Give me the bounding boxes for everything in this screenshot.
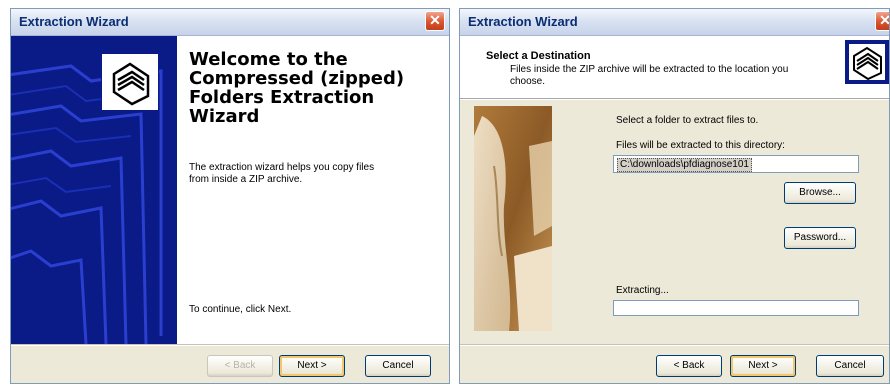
close-button[interactable]: ✕ — [875, 11, 890, 31]
password-button[interactable]: Password... — [784, 227, 856, 249]
next-button[interactable]: Next > — [279, 355, 345, 377]
next-button[interactable]: Next > — [730, 355, 796, 377]
title-bar[interactable]: Extraction Wizard ✕ — [11, 9, 449, 36]
back-button[interactable]: < Back — [207, 355, 273, 377]
destination-path-value: C:\downloads\pfdiagnose101 — [617, 158, 752, 172]
close-button[interactable]: ✕ — [425, 11, 445, 31]
directory-label: Files will be extracted to this director… — [616, 140, 785, 151]
zip-folder-icon — [845, 40, 889, 84]
cancel-button[interactable]: Cancel — [816, 355, 884, 377]
wizard-side-image — [474, 106, 552, 331]
title-bar[interactable]: Extraction Wizard ✕ — [460, 9, 889, 36]
welcome-wizard-window: Extraction Wizard ✕ Welcome to the Compr… — [10, 8, 450, 384]
browse-button[interactable]: Browse... — [784, 182, 856, 204]
window-title: Extraction Wizard — [468, 14, 578, 29]
footer-divider — [11, 344, 449, 346]
destination-wizard-window: Extraction Wizard ✕ Select a Destination… — [459, 8, 890, 384]
select-folder-label: Select a folder to extract files to. — [616, 115, 759, 126]
extracting-label: Extracting... — [616, 285, 669, 296]
header-divider — [460, 98, 889, 100]
welcome-heading: Welcome to the Compressed (zipped) Folde… — [189, 49, 405, 127]
page-subtitle: Files inside the ZIP archive will be ext… — [510, 64, 789, 87]
continue-instruction: To continue, click Next. — [189, 304, 292, 315]
window-title: Extraction Wizard — [19, 14, 129, 29]
wizard-header: Select a Destination Files inside the ZI… — [460, 36, 889, 98]
extraction-progress-bar — [613, 300, 859, 316]
zip-folder-icon — [101, 53, 159, 111]
destination-path-input[interactable]: C:\downloads\pfdiagnose101 — [613, 155, 859, 173]
footer-divider — [460, 344, 889, 346]
wizard-description: The extraction wizard helps you copy fil… — [189, 162, 375, 185]
page-title: Select a Destination — [486, 50, 591, 62]
wizard-content: Welcome to the Compressed (zipped) Folde… — [177, 36, 449, 344]
cancel-button[interactable]: Cancel — [365, 355, 431, 377]
close-icon: ✕ — [879, 12, 890, 28]
wizard-banner — [11, 36, 177, 344]
close-icon: ✕ — [429, 12, 441, 28]
back-button[interactable]: < Back — [656, 355, 722, 377]
